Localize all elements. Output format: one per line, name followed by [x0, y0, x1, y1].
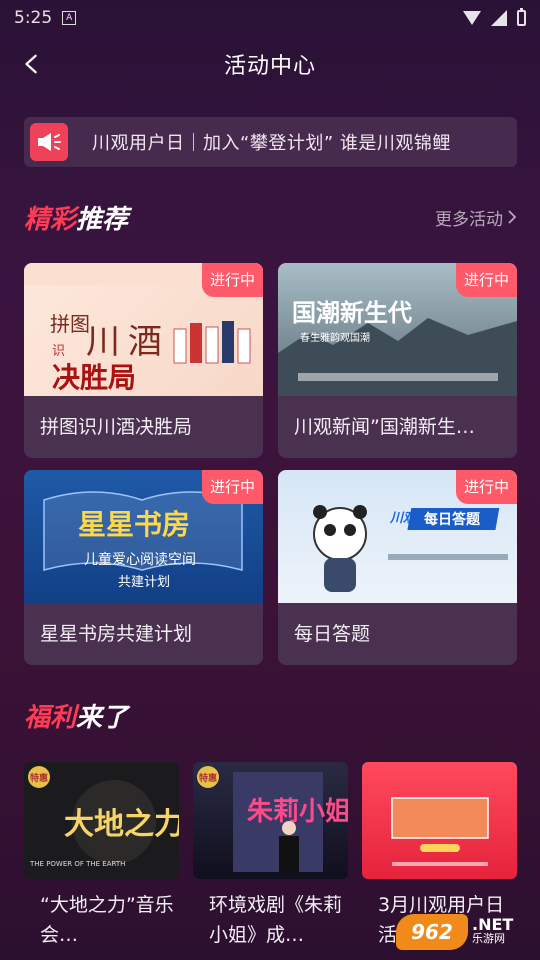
activity-card[interactable]: 拼图 识 川 酒 决胜局 进行中 拼图识川酒决胜局: [24, 263, 263, 458]
thumb-sub: 春生雅韵观国潮: [300, 331, 370, 344]
thumb-word-jueshengju: 决胜局: [52, 361, 136, 394]
watermark-logo: 962: [396, 914, 468, 950]
card-thumbnail: 川观 每日答题 进行中: [278, 470, 517, 603]
card-label: 川观新闻”国潮新生…: [294, 415, 475, 438]
activity-card[interactable]: 星星书房 儿童爱心阅读空间 共建计划 进行中 星星书房共建计划: [24, 470, 263, 665]
card-label: 星星书房共建计划: [40, 622, 193, 645]
benefit-thumbnail: [362, 762, 517, 879]
thumb-title: 星星书房: [78, 508, 190, 541]
chevron-left-icon: [25, 54, 37, 74]
status-time: 5:25: [14, 8, 53, 28]
megaphone-icon: [30, 123, 68, 161]
benefits-title-rest: 来了: [76, 702, 129, 733]
status-badge: 进行中: [201, 263, 263, 297]
signal-icon: [491, 10, 507, 26]
thumb-word-pintu: 拼图: [50, 312, 90, 336]
benefit-thumbnail: 朱莉小姐 特惠: [193, 762, 348, 879]
notice-bar[interactable]: 川观用户日｜加入“攀登计划” 谁是川观锦鲤: [24, 117, 517, 167]
benefits-section-header: 福利来了: [24, 695, 517, 735]
benefit-item[interactable]: 大地之力 THE POWER OF THE EARTH 特惠 “大地之力”音乐会…: [24, 762, 179, 960]
wifi-icon: [463, 11, 481, 25]
thumb-sub: 儿童爱心阅读空间: [84, 551, 196, 568]
status-badge: 进行中: [201, 470, 263, 504]
thumb-title: 每日答题: [424, 511, 481, 528]
back-button[interactable]: [16, 48, 48, 80]
card-label: 拼图识川酒决胜局: [40, 415, 193, 438]
watermark-cn: 乐游网: [472, 932, 505, 945]
page-title: 活动中心: [223, 54, 316, 79]
thumb-title: 国潮新生代: [292, 299, 412, 327]
featured-section-header: 精彩推荐 更多活动: [24, 197, 517, 237]
benefit-thumbnail: 大地之力 THE POWER OF THE EARTH 特惠: [24, 762, 179, 879]
thumb-sub: THE POWER OF THE EARTH: [29, 860, 125, 868]
featured-title-highlight: 精彩: [24, 204, 77, 235]
thumb-sub2: 共建计划: [118, 575, 170, 590]
benefits-title: 福利来了: [24, 697, 128, 734]
notice-text: 川观用户日｜加入“攀登计划” 谁是川观锦鲤: [92, 133, 451, 154]
card-thumbnail: 国潮新生代 春生雅韵观国潮 进行中: [278, 263, 517, 396]
benefits-title-highlight: 福利: [24, 702, 77, 733]
discount-tag: 特惠: [28, 766, 50, 788]
battery-icon: [517, 8, 526, 26]
card-thumbnail: 星星书房 儿童爱心阅读空间 共建计划 进行中: [24, 470, 263, 603]
activity-card[interactable]: 川观 每日答题 进行中 每日答题: [278, 470, 517, 665]
thumb-title: 朱莉小姐: [247, 797, 348, 827]
more-activities-link[interactable]: 更多活动: [435, 205, 517, 230]
card-thumbnail: 拼图 识 川 酒 决胜局 进行中: [24, 263, 263, 396]
benefit-title: “大地之力”音乐会…: [40, 894, 174, 946]
benefit-title: 环境戏剧《朱莉小姐》成…: [209, 894, 343, 946]
chevron-right-icon: [508, 210, 517, 224]
watermark-net: .NET: [472, 915, 514, 934]
status-badge: 进行中: [455, 470, 517, 504]
discount-tag: 特惠: [197, 766, 219, 788]
thumb-word-chuan: 川: [86, 322, 120, 362]
activity-card[interactable]: 国潮新生代 春生雅韵观国潮 进行中 川观新闻”国潮新生…: [278, 263, 517, 458]
benefit-item[interactable]: 朱莉小姐 特惠 环境戏剧《朱莉小姐》成…: [193, 762, 348, 960]
status-bar: 5:25 A: [0, 0, 540, 36]
thumb-title: 大地之力: [64, 807, 179, 842]
watermark-text: .NET 乐游网: [472, 915, 514, 946]
site-watermark: 962 .NET 乐游网: [396, 910, 534, 954]
more-activities-label: 更多活动: [435, 209, 503, 230]
header: 活动中心: [0, 36, 540, 92]
featured-title: 精彩推荐: [24, 199, 128, 236]
notification-a-icon: A: [62, 11, 77, 25]
status-badge: 进行中: [455, 263, 517, 297]
status-right: [463, 8, 526, 26]
card-label: 每日答题: [294, 622, 371, 645]
thumb-word-shi: 识: [52, 344, 65, 359]
thumb-word-jiu: 酒: [128, 322, 162, 362]
featured-title-rest: 推荐: [76, 204, 129, 235]
